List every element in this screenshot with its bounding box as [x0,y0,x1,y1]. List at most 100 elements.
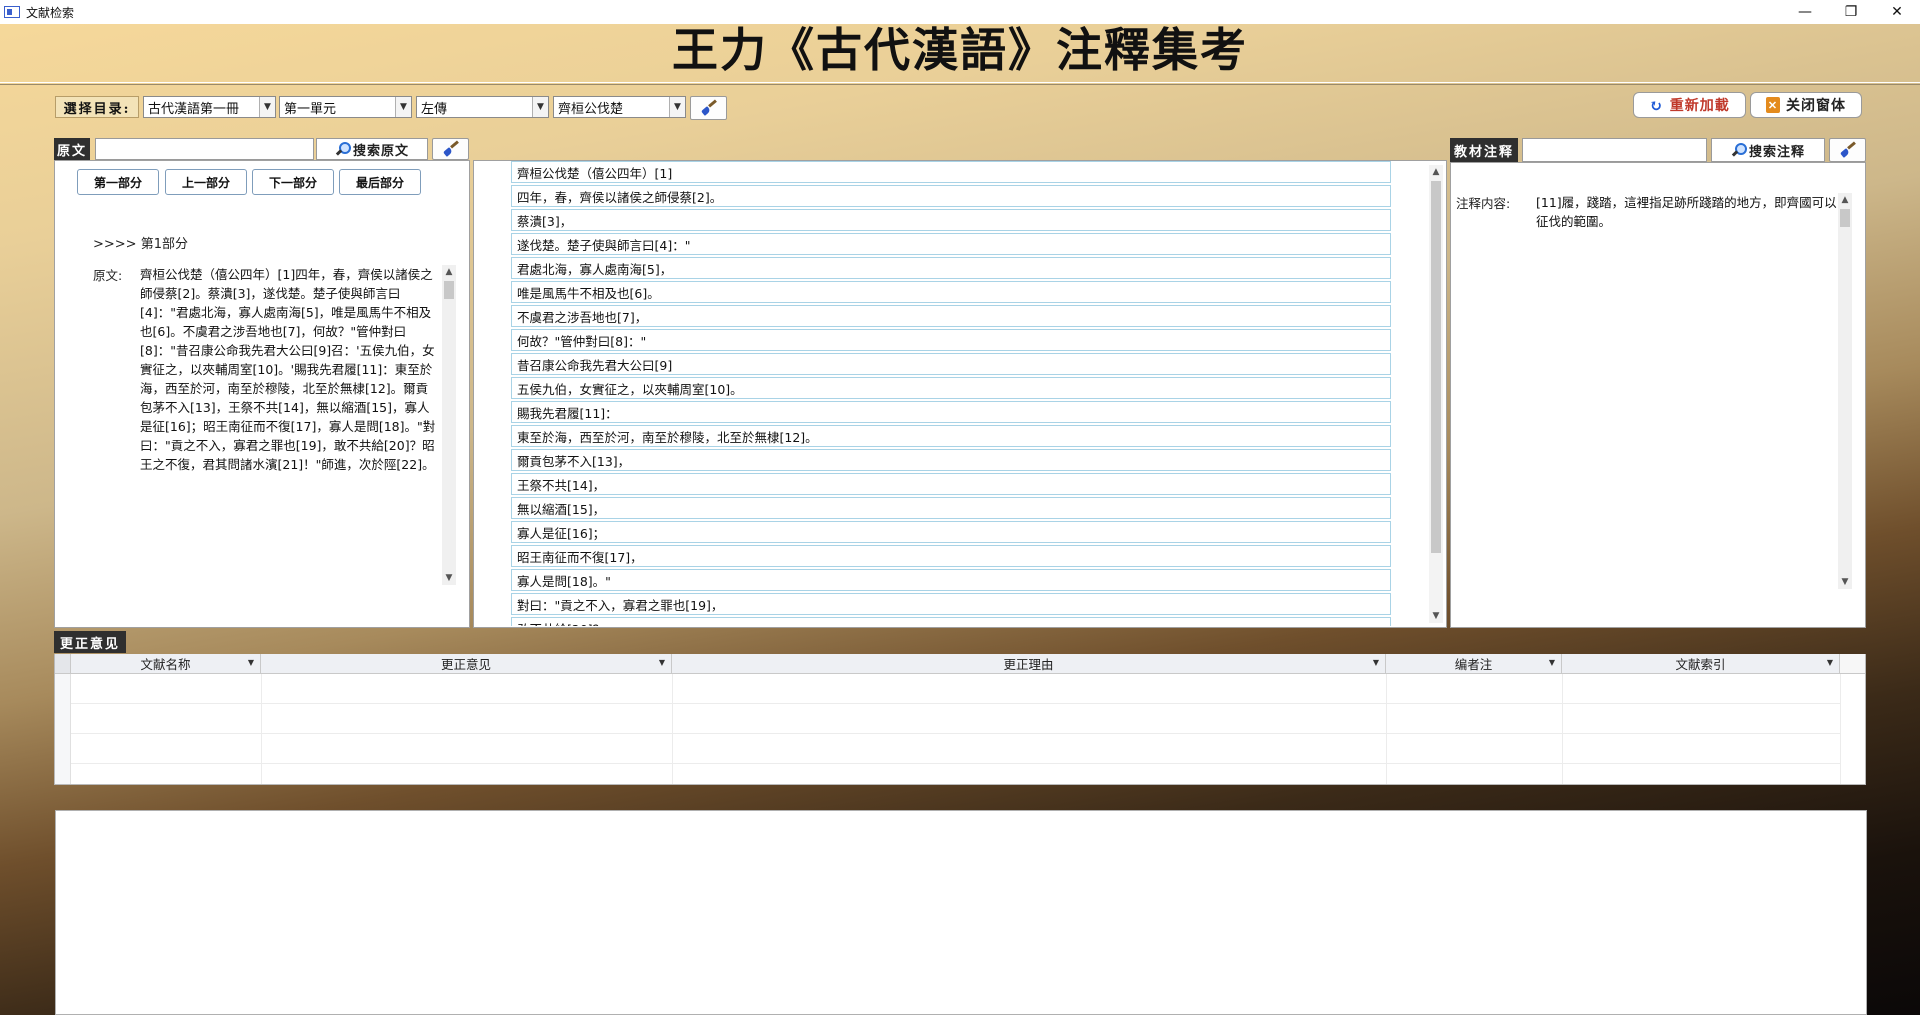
source-book-select[interactable]: 左傳 ▼ [416,96,549,118]
source-text: 齊桓公伐楚（僖公四年）[1]四年，春，齊侯以諸侯之師侵蔡[2]。蔡潰[3]，遂伐… [140,267,436,472]
grid-header-filler [1840,654,1865,674]
list-item[interactable]: 何故？"管仲對曰[8]：" [511,329,1391,351]
sentence-list: 齊桓公伐楚（僖公四年）[1] 四年，春，齊侯以諸侯之師侵蔡[2]。 蔡潰[3]，… [473,160,1433,626]
list-item[interactable]: 昔召康公命我先君大公曰[9] [511,353,1391,375]
chevron-down-icon[interactable]: ▼ [259,97,275,117]
book-select-value: 古代漢語第一冊 [148,101,240,117]
source-book-select-value: 左傳 [421,101,448,117]
list-item[interactable]: 無以縮酒[15]， [511,497,1391,519]
source-search-input[interactable] [95,138,314,160]
clear-selection-button[interactable] [690,96,727,120]
list-item[interactable]: 爾貢包茅不入[13]， [511,449,1391,471]
search-source-button[interactable]: 搜索原文 [316,138,428,160]
list-item[interactable]: 齊桓公伐楚（僖公四年）[1] [511,161,1391,183]
list-item[interactable]: 遂伐楚。楚子使與師言曰[4]：" [511,233,1391,255]
list-item[interactable]: 王祭不共[14]， [511,473,1391,495]
brush-icon [443,141,459,157]
last-part-button[interactable]: 最后部分 [339,169,421,195]
page-title: 王力《古代漢語》注釋集考 [672,23,1248,77]
brush-icon [701,100,717,116]
first-part-button[interactable]: 第一部分 [77,169,159,195]
chevron-down-icon[interactable]: ▼ [659,658,665,667]
previous-part-button[interactable]: 上一部分 [165,169,247,195]
column-header-label: 编者注 [1454,657,1493,672]
row-selector-header[interactable] [55,654,71,674]
list-item[interactable]: 唯是風馬牛不相及也[6]。 [511,281,1391,303]
table-row[interactable] [71,734,1840,764]
search-notes-button[interactable]: 搜索注释 [1711,138,1825,162]
grid-divider [1386,674,1387,784]
list-item[interactable]: 對曰："貢之不入，寡君之罪也[19]， [511,593,1391,615]
search-icon [1731,143,1747,157]
chapter-select[interactable]: 齊桓公伐楚 ▼ [553,96,686,118]
detail-text-area[interactable] [55,810,1867,1015]
close-form-button[interactable]: ✕ 关闭窗体 [1750,92,1862,118]
close-form-label: 关闭窗体 [1786,98,1846,114]
scroll-down-icon[interactable]: ▼ [1838,575,1852,589]
scroll-thumb[interactable] [444,281,454,299]
table-row[interactable] [71,704,1840,734]
chevron-down-icon[interactable]: ▼ [1373,658,1379,667]
unit-select[interactable]: 第一單元 ▼ [279,96,412,118]
row-selector-column [55,674,71,784]
list-item[interactable]: 五侯九伯，女實征之，以夾輔周室[10]。 [511,377,1391,399]
grid-divider [1562,674,1563,784]
chevron-down-icon[interactable]: ▼ [669,97,685,117]
chevron-down-icon[interactable]: ▼ [248,658,254,667]
column-header-doc-index[interactable]: 文献索引 ▼ [1562,654,1840,674]
scroll-thumb[interactable] [1840,209,1850,227]
source-text-label: 原文: [93,268,123,283]
book-select[interactable]: 古代漢語第一冊 ▼ [143,96,276,118]
search-source-label: 搜索原文 [352,143,409,159]
notes-panel: 注释内容: [11]履，踐踏，這裡指足跡所踐踏的地方，即齊國可以征伐的範圍。 ▲… [1450,162,1866,628]
source-label: 原文 [54,138,90,160]
list-item[interactable]: 寡人是征[16]； [511,521,1391,543]
list-item[interactable]: 四年，春，齊侯以諸侯之師侵蔡[2]。 [511,185,1391,207]
section-title: >>>> 第1部分 [93,237,188,252]
notes-scrollbar[interactable]: ▲ ▼ [1838,193,1852,589]
chevron-down-icon[interactable]: ▼ [532,97,548,117]
chapter-select-value: 齊桓公伐楚 [558,101,624,117]
chevron-down-icon[interactable]: ▼ [1827,658,1833,667]
source-panel: 第一部分 上一部分 下一部分 最后部分 >>>> 第1部分 原文: 齊桓公伐楚（… [54,160,470,628]
column-header-editor-note[interactable]: 编者注 ▼ [1386,654,1562,674]
scroll-up-icon[interactable]: ▲ [442,265,456,279]
list-item[interactable]: 東至於海，西至於河，南至於穆陵，北至於無棣[12]。 [511,425,1391,447]
column-header-label: 更正理由 [1003,657,1054,672]
scroll-down-icon[interactable]: ▼ [442,571,456,585]
search-icon [335,142,351,156]
notes-content-label: 注释内容: [1456,196,1511,211]
column-header-document-name[interactable]: 文献名称 ▼ [71,654,261,674]
list-item[interactable]: 君處北海，寡人處南海[5]， [511,257,1391,279]
chevron-down-icon[interactable]: ▼ [1549,658,1555,667]
clear-notes-search-button[interactable] [1829,138,1866,162]
table-row[interactable] [71,674,1840,704]
list-item[interactable]: 蔡潰[3]， [511,209,1391,231]
notes-search-input[interactable] [1522,138,1707,162]
column-header-label: 更正意见 [440,657,491,672]
clear-source-search-button[interactable] [432,138,469,160]
reload-icon: ↻ [1649,95,1664,115]
close-icon: ✕ [1766,97,1780,113]
next-part-button[interactable]: 下一部分 [252,169,334,195]
search-notes-label: 搜索注释 [1748,144,1805,160]
unit-select-value: 第一單元 [284,101,337,117]
list-item[interactable]: 敢不共給[20]？ [511,617,1391,626]
list-item[interactable]: 寡人是問[18]。" [511,569,1391,591]
reload-button[interactable]: ↻ 重新加載 [1633,92,1746,118]
list-item[interactable]: 昭王南征而不復[17]， [511,545,1391,567]
grid-divider [261,674,262,784]
scroll-up-icon[interactable]: ▲ [1838,193,1852,207]
grid-divider [1840,674,1841,784]
list-item[interactable]: 不虞君之涉吾地也[7]， [511,305,1391,327]
source-text-scrollbar[interactable]: ▲ ▼ [442,265,456,585]
column-header-correction[interactable]: 更正意见 ▼ [261,654,672,674]
column-header-reason[interactable]: 更正理由 ▼ [672,654,1386,674]
list-item[interactable]: 賜我先君履[11]： [511,401,1391,423]
column-header-label: 文献索引 [1675,657,1726,672]
app-icon [4,6,20,18]
catalog-label: 選择目录: [55,96,139,118]
corrections-label: 更正意见 [54,631,126,653]
grid-divider [672,674,673,784]
chevron-down-icon[interactable]: ▼ [395,97,411,117]
